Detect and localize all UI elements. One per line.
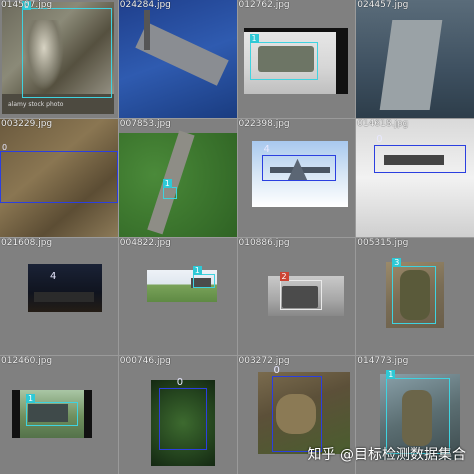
bounding-box (26, 402, 78, 427)
class-label: 0 (176, 377, 184, 389)
tile-filename: 022398.jpg (238, 118, 290, 129)
tile-filename: 003272.jpg (238, 356, 290, 367)
tile-filename: 024457.jpg (357, 0, 409, 10)
bounding-box (279, 279, 322, 310)
grid-tile[interactable]: 007853.jpg 1 (118, 118, 237, 237)
tile-filename: 004822.jpg (119, 237, 171, 248)
class-label: 1 (249, 34, 259, 43)
tile-filename: 024284.jpg (119, 0, 171, 10)
tile-image (118, 0, 237, 118)
grid-tile[interactable]: 003229.jpg 0 (0, 118, 118, 237)
tile-filename: 012762.jpg (238, 0, 290, 10)
tile-filename: 014773.jpg (357, 356, 409, 367)
tile-image (118, 130, 237, 237)
class-label: 2 (279, 271, 289, 281)
stock-caption: alamy stock photo (8, 101, 64, 108)
tile-filename: 021608.jpg (1, 237, 53, 248)
bounding-box (162, 186, 177, 199)
class-label: 0 (2, 142, 8, 152)
class-label: 0 (376, 133, 383, 145)
grid-tile[interactable]: 024284.jpg (118, 0, 237, 118)
grid-tile[interactable]: 004822.jpg 1 (118, 237, 237, 356)
class-label: 1 (26, 394, 36, 404)
tile-filename: 014618.jpg (357, 118, 409, 129)
tile-filename: 010886.jpg (238, 237, 290, 248)
class-label: 0 (273, 365, 280, 377)
grid-tile[interactable]: 012460.jpg 1 (0, 356, 118, 474)
tile-filename: 003229.jpg (1, 118, 53, 129)
bounding-box (158, 388, 207, 451)
bounding-box (249, 42, 318, 80)
grid-tile[interactable]: 014507.jpg alamy stock photo 0 (0, 0, 118, 118)
grid-tile[interactable]: 014618.jpg 0 (356, 118, 474, 237)
class-label: 3 (392, 257, 402, 267)
grid-tile[interactable]: 000746.jpg 0 (118, 356, 237, 474)
bounding-box (261, 154, 336, 181)
class-label: 4 (263, 143, 270, 155)
tile-filename: 007853.jpg (119, 118, 171, 129)
tile-filename: 014507.jpg (1, 0, 53, 10)
image-grid: 014507.jpg alamy stock photo 0 024284.jp… (0, 0, 474, 474)
grid-tile[interactable]: 010886.jpg 2 (237, 237, 356, 356)
tile-filename: 005315.jpg (357, 237, 409, 248)
tile-image (356, 0, 474, 118)
bounding-box (22, 8, 112, 98)
bounding-box (271, 376, 322, 453)
grid-tile[interactable]: 024457.jpg (356, 0, 474, 118)
class-label: 1 (192, 265, 202, 275)
grid-tile[interactable]: 022398.jpg 4 (237, 118, 356, 237)
class-label: 1 (162, 178, 172, 188)
tile-filename: 000746.jpg (119, 356, 171, 367)
class-label: 4 (50, 270, 57, 282)
bounding-box (0, 150, 118, 203)
grid-tile[interactable]: 021608.jpg 4 (0, 237, 118, 356)
bounding-box (192, 273, 215, 288)
tile-image (28, 263, 102, 312)
grid-tile[interactable]: 005315.jpg 3 (356, 237, 474, 356)
tile-filename: 012460.jpg (1, 356, 53, 367)
bounding-box (386, 378, 451, 455)
grid-tile[interactable]: 012762.jpg 1 (237, 0, 356, 118)
watermark: 知乎 @目标检测数据集合 (307, 447, 466, 463)
class-label: 1 (386, 370, 396, 380)
bounding-box (374, 144, 467, 173)
bounding-box (392, 265, 437, 324)
